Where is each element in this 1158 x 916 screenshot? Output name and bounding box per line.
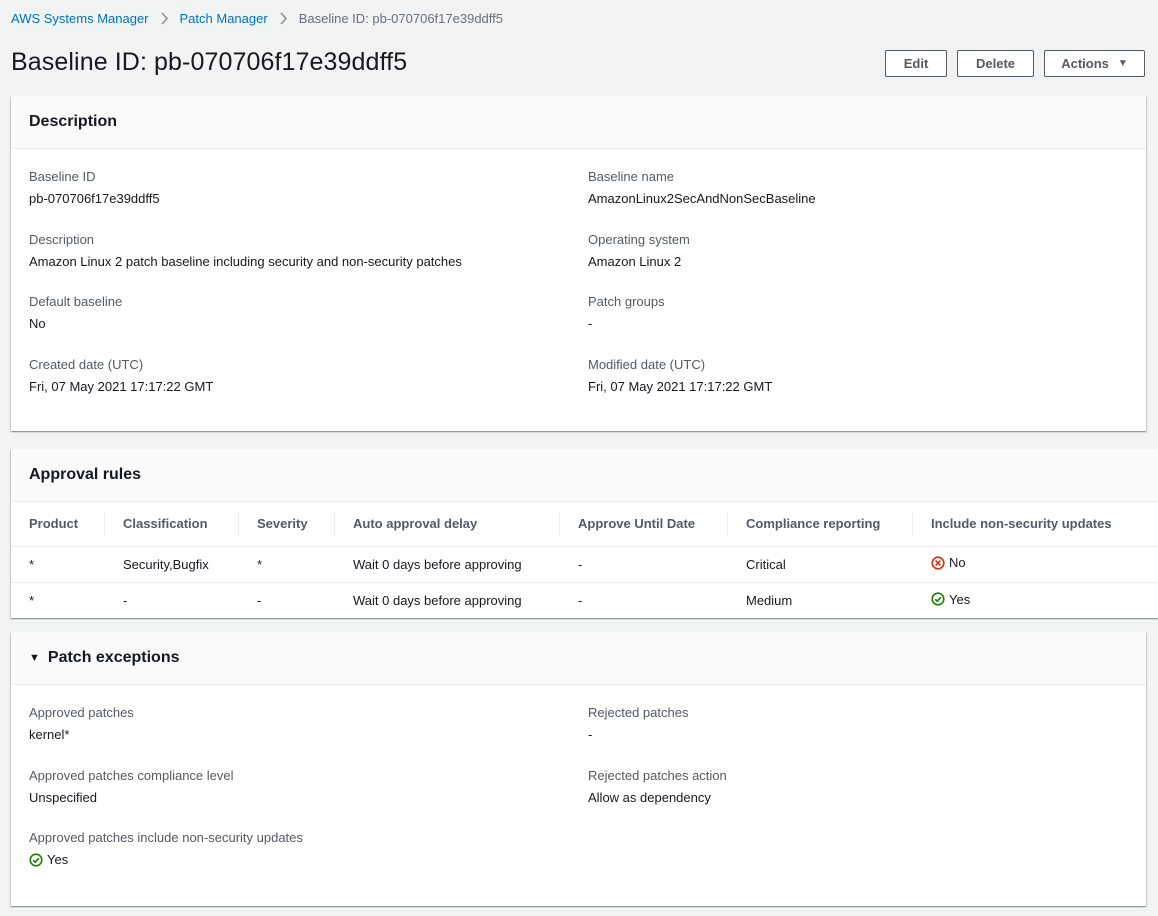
edit-button[interactable]: Edit [885, 50, 947, 77]
field-value: Allow as dependency [588, 790, 711, 805]
field-rejected-patches-action: Rejected patches action Allow as depende… [588, 768, 727, 806]
field-approved-patches: Approved patches kernel* [29, 705, 134, 743]
column-header-approve-until-date[interactable]: Approve Until Date [560, 502, 728, 547]
table-header-row: Product Classification Severity Auto app… [11, 502, 1158, 547]
field-patch-groups: Patch groups - [588, 294, 665, 332]
field-value: kernel* [29, 727, 70, 742]
chevron-right-icon [268, 12, 299, 25]
check-circle-icon [29, 853, 43, 867]
field-label: Baseline ID [29, 169, 96, 184]
field-description: Description Amazon Linux 2 patch baselin… [29, 232, 462, 270]
field-label: Patch groups [588, 294, 665, 309]
approval-rules-table: Product Classification Severity Auto app… [11, 502, 1158, 618]
field-value: pb-070706f17e39ddff5 [29, 191, 160, 206]
field-created-date: Created date (UTC) Fri, 07 May 2021 17:1… [29, 357, 213, 395]
status-text: No [949, 555, 966, 571]
cell-until: - [578, 592, 583, 608]
cell-compliance: Medium [746, 592, 793, 608]
field-label: Operating system [588, 232, 690, 247]
field-approved-compliance-level: Approved patches compliance level Unspec… [29, 768, 234, 806]
field-label: Approved patches [29, 705, 134, 720]
cell-classification: Security,Bugfix [105, 546, 239, 583]
cell-nonsec: No [913, 546, 1158, 583]
header-actions: Edit Delete Actions ▼ [885, 50, 1145, 77]
field-value: Yes [29, 852, 303, 868]
field-baseline-name: Baseline name AmazonLinux2SecAndNonSecBa… [588, 169, 816, 207]
check-circle-icon [931, 592, 945, 606]
field-value: AmazonLinux2SecAndNonSecBaseline [588, 191, 816, 206]
field-value: - [588, 316, 593, 331]
cell-delay: Wait 0 days before approving [353, 592, 522, 608]
column-header-include-non-security[interactable]: Include non-security updates [913, 502, 1158, 547]
field-operating-system: Operating system Amazon Linux 2 [588, 232, 690, 270]
field-value: No [29, 316, 46, 331]
breadcrumb-current: Baseline ID: pb-070706f17e39ddff5 [298, 11, 503, 26]
cell-product: * [29, 592, 35, 608]
field-label: Modified date (UTC) [588, 357, 706, 372]
column-header-severity[interactable]: Severity [239, 502, 335, 547]
cell-delay: Wait 0 days before approving [335, 546, 560, 583]
status-yes: Yes [931, 592, 970, 607]
caret-down-icon: ▼ [1117, 58, 1128, 69]
delete-button[interactable]: Delete [957, 50, 1034, 77]
cell-nonsec: Yes [913, 582, 1158, 618]
field-label: Approved patches compliance level [29, 768, 234, 783]
cell-severity: - [257, 592, 262, 608]
field-label: Description [29, 232, 95, 247]
column-header-auto-approval-delay[interactable]: Auto approval delay [335, 502, 560, 547]
table-row: * Security,Bugfix * Wait 0 days before a… [11, 546, 1158, 583]
approval-rules-heading: Approval rules [11, 449, 1158, 502]
page-title: Baseline ID: pb-070706f17e39ddff5 [11, 48, 408, 76]
cell-product: * [11, 546, 105, 583]
breadcrumb: AWS Systems Manager Patch Manager Baseli… [11, 11, 503, 26]
status-text: Yes [949, 591, 971, 607]
patch-exceptions-toggle[interactable]: ▼ Patch exceptions [29, 649, 180, 667]
breadcrumb-systems-manager[interactable]: AWS Systems Manager [11, 11, 149, 26]
field-baseline-id: Baseline ID pb-070706f17e39ddff5 [29, 169, 160, 207]
cell-severity: * [239, 546, 335, 583]
actions-button-label: Actions [1061, 56, 1109, 71]
patch-exceptions-header[interactable]: ▼ Patch exceptions [11, 632, 1146, 685]
field-default-baseline: Default baseline No [29, 294, 122, 332]
field-value: Unspecified [29, 790, 97, 805]
actions-dropdown-button[interactable]: Actions ▼ [1044, 50, 1145, 77]
field-label: Rejected patches [588, 705, 689, 720]
column-header-compliance-reporting[interactable]: Compliance reporting [728, 502, 913, 547]
caret-down-icon: ▼ [29, 652, 40, 664]
cell-until: - [560, 546, 728, 583]
field-label: Approved patches include non-security up… [29, 830, 303, 845]
field-value: Amazon Linux 2 [588, 254, 682, 269]
column-header-product[interactable]: Product [11, 502, 105, 547]
description-heading: Description [11, 96, 1146, 149]
status-no: No [931, 555, 966, 570]
status-text: Yes [47, 852, 69, 867]
cell-compliance: Critical [728, 546, 913, 583]
patch-exceptions-heading: Patch exceptions [47, 649, 180, 666]
field-label: Default baseline [29, 294, 123, 309]
field-value: - [588, 727, 593, 742]
field-approved-include-non-security: Approved patches include non-security up… [29, 830, 303, 868]
table-row: * - - Wait 0 days before approving - Med… [11, 582, 1158, 618]
chevron-right-icon [149, 12, 180, 25]
field-label: Rejected patches action [588, 768, 727, 783]
field-rejected-patches: Rejected patches - [588, 705, 688, 743]
patch-exceptions-panel: ▼ Patch exceptions Approved patches kern… [11, 632, 1146, 906]
field-label: Created date (UTC) [29, 357, 144, 372]
field-value: Fri, 07 May 2021 17:17:22 GMT [588, 379, 773, 394]
description-panel: Description Baseline ID pb-070706f17e39d… [11, 96, 1146, 431]
approval-rules-panel: Approval rules Product Classification Se… [11, 449, 1158, 618]
field-value: Amazon Linux 2 patch baseline including … [29, 254, 462, 269]
breadcrumb-patch-manager[interactable]: Patch Manager [180, 11, 268, 26]
error-circle-icon [931, 556, 945, 570]
field-modified-date: Modified date (UTC) Fri, 07 May 2021 17:… [588, 357, 772, 395]
field-label: Baseline name [588, 169, 674, 184]
cell-classification: - [123, 592, 128, 608]
column-header-classification[interactable]: Classification [105, 502, 239, 547]
field-value: Fri, 07 May 2021 17:17:22 GMT [29, 379, 214, 394]
